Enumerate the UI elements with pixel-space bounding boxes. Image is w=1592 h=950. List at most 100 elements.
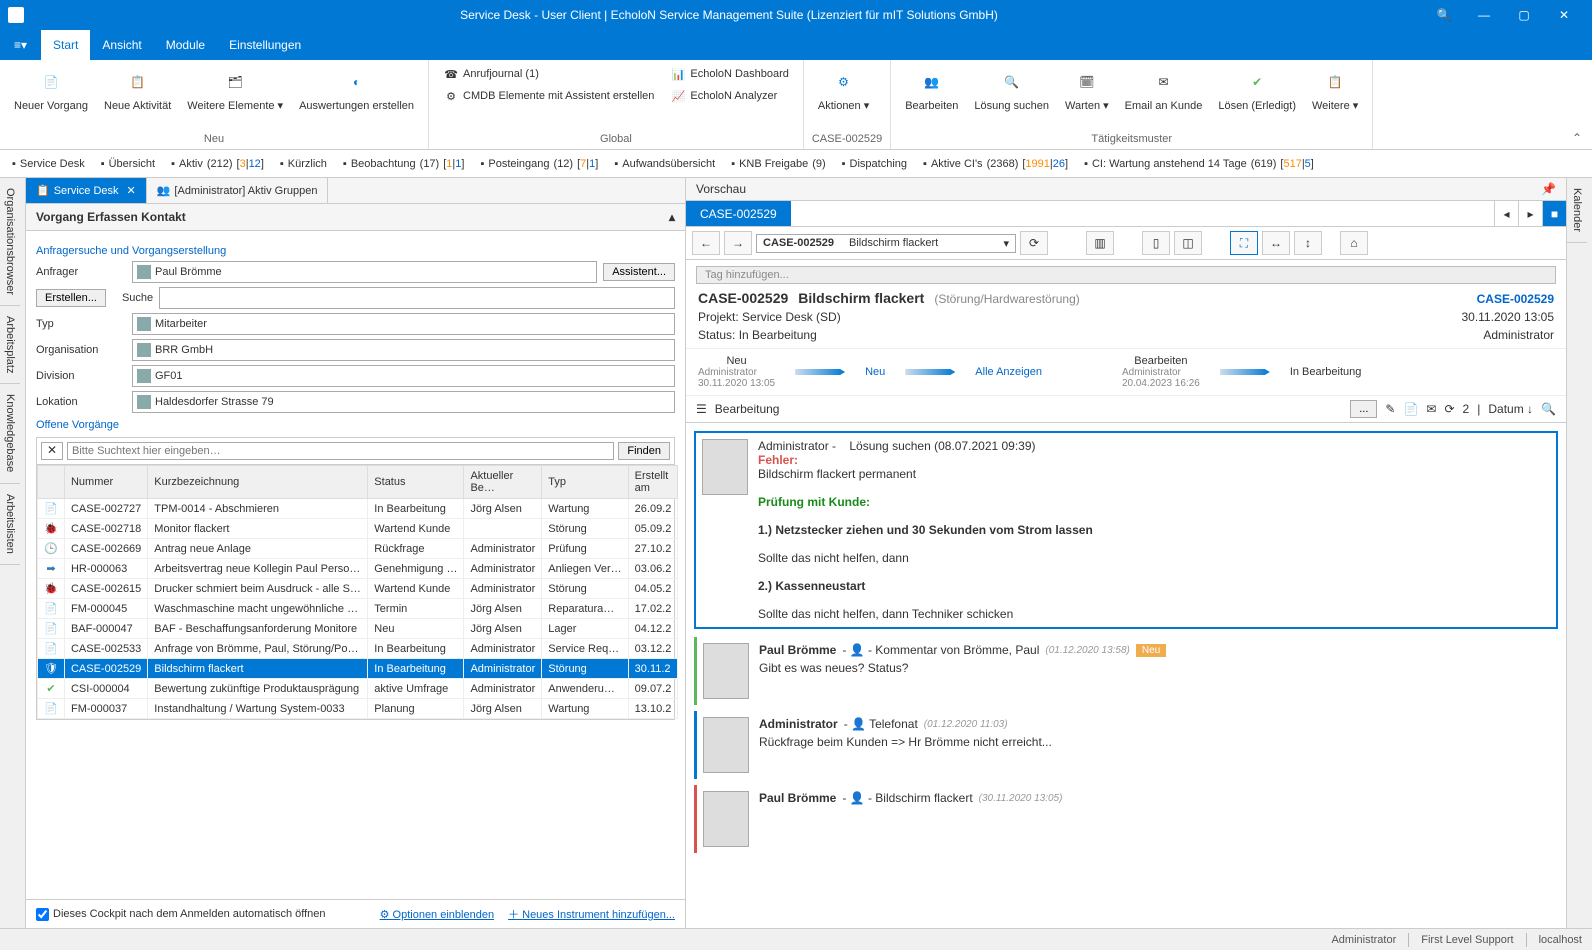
collapse-icon[interactable]: ▴ <box>669 210 675 224</box>
quickbar-item[interactable]: ▪Übersicht <box>95 156 161 172</box>
back-button[interactable]: ← <box>692 231 720 255</box>
auto-open-checkbox[interactable]: Dieses Cockpit nach dem Anmelden automat… <box>36 908 326 921</box>
refresh-button[interactable]: ⟳ <box>1020 231 1048 255</box>
column-header[interactable] <box>38 466 65 499</box>
typ-field[interactable]: Mitarbeiter <box>132 313 675 335</box>
anfrager-field[interactable]: Paul Brömme <box>132 261 597 283</box>
erstellen-button[interactable]: Erstellen... <box>36 289 106 307</box>
lokation-field[interactable]: Haldesdorfer Strasse 79 <box>132 391 675 413</box>
table-row[interactable]: 🐞CASE-002615Drucker schmiert beim Ausdru… <box>38 579 678 599</box>
email-kunde-button[interactable]: ✉Email an Kunde <box>1119 64 1209 114</box>
tab-admin-gruppen[interactable]: 👥 [Administrator] Aktiv Gruppen <box>147 178 329 203</box>
analyzer-button[interactable]: 📈EcholoN Analyzer <box>664 86 794 106</box>
table-row[interactable]: 📄FM-000045Waschmaschine macht ungewöhnli… <box>38 599 678 619</box>
nav-next-button[interactable]: ▸ <box>1518 201 1542 226</box>
bearbeiten-button[interactable]: 👥Bearbeiten <box>899 64 964 114</box>
quickbar-item[interactable]: ▪CI: Wartung anstehend 14 Tage (619) [51… <box>1078 156 1320 172</box>
loesung-suchen-button[interactable]: 🔍Lösung suchen <box>968 64 1055 114</box>
quickbar-item[interactable]: ▪Kürzlich <box>274 156 333 172</box>
tab-einstellungen[interactable]: Einstellungen <box>217 30 313 60</box>
quickbar-item[interactable]: ▪Beobachtung (17) [1|1] <box>337 156 471 172</box>
table-row[interactable]: 🛡CASE-002529Bildschirm flackertIn Bearbe… <box>38 659 678 679</box>
suche-field[interactable] <box>159 287 675 309</box>
sort-label[interactable]: Datum ↓ <box>1488 402 1533 416</box>
anrufjournal-button[interactable]: ☎Anrufjournal (1) <box>437 64 660 84</box>
quickbar-item[interactable]: ▪KNB Freigabe (9) <box>725 156 831 172</box>
warten-button[interactable]: 🗓Warten ▾ <box>1059 64 1115 114</box>
quickbar-item[interactable]: ▪Aktiv (212) [3|12] <box>165 156 270 172</box>
ribbon-collapse-icon[interactable]: ⌃ <box>1562 127 1592 149</box>
layout-1-button[interactable]: ▥ <box>1086 231 1114 255</box>
fit-v-button[interactable]: ↕ <box>1294 231 1322 255</box>
column-header[interactable]: Status <box>368 466 464 499</box>
copy-icon[interactable]: 📄 <box>1403 402 1418 416</box>
sidebar-tab[interactable]: Organisationsbrowser <box>0 178 20 306</box>
assistent-button[interactable]: Assistent... <box>603 263 675 281</box>
panel-header[interactable]: Vorgang Erfassen Kontakt▴ <box>26 204 685 231</box>
case-selector[interactable]: CASE-002529 Bildschirm flackert▾ <box>756 234 1016 253</box>
close-icon[interactable]: ✕ <box>127 184 136 197</box>
quickbar-item[interactable]: ▪Service Desk <box>6 156 91 172</box>
aktionen-button[interactable]: ⚙Aktionen ▾ <box>812 64 875 114</box>
add-tag-button[interactable]: Tag hinzufügen... <box>696 266 1556 284</box>
sidebar-tab[interactable]: Knowledgebase <box>0 384 20 483</box>
table-row[interactable]: 📄BAF-000047BAF - Beschaffungsanforderung… <box>38 619 678 639</box>
tab-module[interactable]: Module <box>154 30 217 60</box>
case-link[interactable]: CASE-002529 <box>1477 292 1554 306</box>
nav-toggle-button[interactable]: ■ <box>1542 201 1566 226</box>
mail-icon[interactable]: ✉ <box>1426 402 1436 416</box>
quickbar-item[interactable]: ▪Dispatching <box>836 156 913 172</box>
neuer-vorgang-button[interactable]: 📄Neuer Vorgang <box>8 64 94 114</box>
table-row[interactable]: 🕒CASE-002669Antrag neue AnlageRückfrageA… <box>38 539 678 559</box>
column-header[interactable]: Typ <box>542 466 628 499</box>
table-row[interactable]: ✔CSI-000004Bewertung zukünftige Produkta… <box>38 679 678 699</box>
close-button[interactable]: ✕ <box>1544 8 1584 22</box>
fit-h-button[interactable]: ↔ <box>1262 231 1290 255</box>
tab-start[interactable]: Start <box>41 30 90 60</box>
column-header[interactable]: Erstellt am <box>628 466 678 499</box>
optionen-link[interactable]: ⚙ Optionen einblenden <box>380 908 494 921</box>
activity-collapse-icon[interactable]: ☰ <box>696 402 707 416</box>
refresh-icon[interactable]: ⟳ <box>1444 402 1454 416</box>
organisation-field[interactable]: BRR GmbH <box>132 339 675 361</box>
activity-entry[interactable]: Administrator - 👤 Telefonat (01.12.2020 … <box>694 711 1558 779</box>
forward-button[interactable]: → <box>724 231 752 255</box>
sidebar-tab[interactable]: Arbeitslisten <box>0 484 20 565</box>
column-header[interactable]: Aktueller Be… <box>464 466 542 499</box>
activity-entry[interactable]: Paul Brömme - 👤 - Bildschirm flackert (3… <box>694 785 1558 853</box>
weitere-elemente-button[interactable]: 🗂Weitere Elemente ▾ <box>181 64 289 114</box>
quickbar-item[interactable]: ▪Aktive CI's (2368) [1991|26] <box>917 156 1074 172</box>
tab-service-desk[interactable]: 📋 Service Desk✕ <box>26 178 147 203</box>
layout-3-button[interactable]: ◫ <box>1174 231 1202 255</box>
table-row[interactable]: 📄CASE-002727TPM-0014 - AbschmierenIn Bea… <box>38 499 678 519</box>
search-icon[interactable]: 🔍 <box>1541 402 1556 416</box>
grid-search-input[interactable] <box>67 442 614 460</box>
minimize-button[interactable]: — <box>1464 8 1504 22</box>
auswertungen-button[interactable]: ◐Auswertungen erstellen <box>293 64 420 114</box>
clear-search-button[interactable]: ✕ <box>41 442 63 460</box>
tab-ansicht[interactable]: Ansicht <box>90 30 153 60</box>
more-button[interactable]: ... <box>1350 400 1377 418</box>
search-icon[interactable]: 🔍 <box>1424 8 1464 22</box>
edit-icon[interactable]: ✎ <box>1385 402 1395 416</box>
weitere-button[interactable]: 📋Weitere ▾ <box>1306 64 1364 114</box>
activity-entry[interactable]: Paul Brömme - 👤 - Kommentar von Brömme, … <box>694 637 1558 705</box>
division-field[interactable]: GF01 <box>132 365 675 387</box>
fullscreen-button[interactable]: ⛶ <box>1230 231 1258 255</box>
table-row[interactable]: 📄FM-000037Instandhaltung / Wartung Syste… <box>38 699 678 719</box>
maximize-button[interactable]: ▢ <box>1504 8 1544 22</box>
table-row[interactable]: 🐞CASE-002718Monitor flackertWartend Kund… <box>38 519 678 539</box>
dashboard-button[interactable]: 📊EcholoN Dashboard <box>664 64 794 84</box>
neues-instrument-link[interactable]: ＋ Neues Instrument hinzufügen... <box>508 906 675 922</box>
main-activity-entry[interactable]: Administrator - Lösung suchen (08.07.202… <box>694 431 1558 629</box>
column-header[interactable]: Kurzbezeichnung <box>148 466 368 499</box>
case-tab[interactable]: CASE-002529 <box>686 201 791 226</box>
home-button[interactable]: ⌂ <box>1340 231 1368 255</box>
cmdb-button[interactable]: ⚙CMDB Elemente mit Assistent erstellen <box>437 86 660 106</box>
column-header[interactable]: Nummer <box>64 466 147 499</box>
quickbar-item[interactable]: ▪Posteingang (12) [7|1] <box>474 156 604 172</box>
loesen-button[interactable]: ✔Lösen (Erledigt) <box>1212 64 1302 114</box>
pin-icon[interactable]: 📌 <box>1541 182 1556 196</box>
nav-prev-button[interactable]: ◂ <box>1494 201 1518 226</box>
quickbar-item[interactable]: ▪Aufwandsübersicht <box>608 156 721 172</box>
